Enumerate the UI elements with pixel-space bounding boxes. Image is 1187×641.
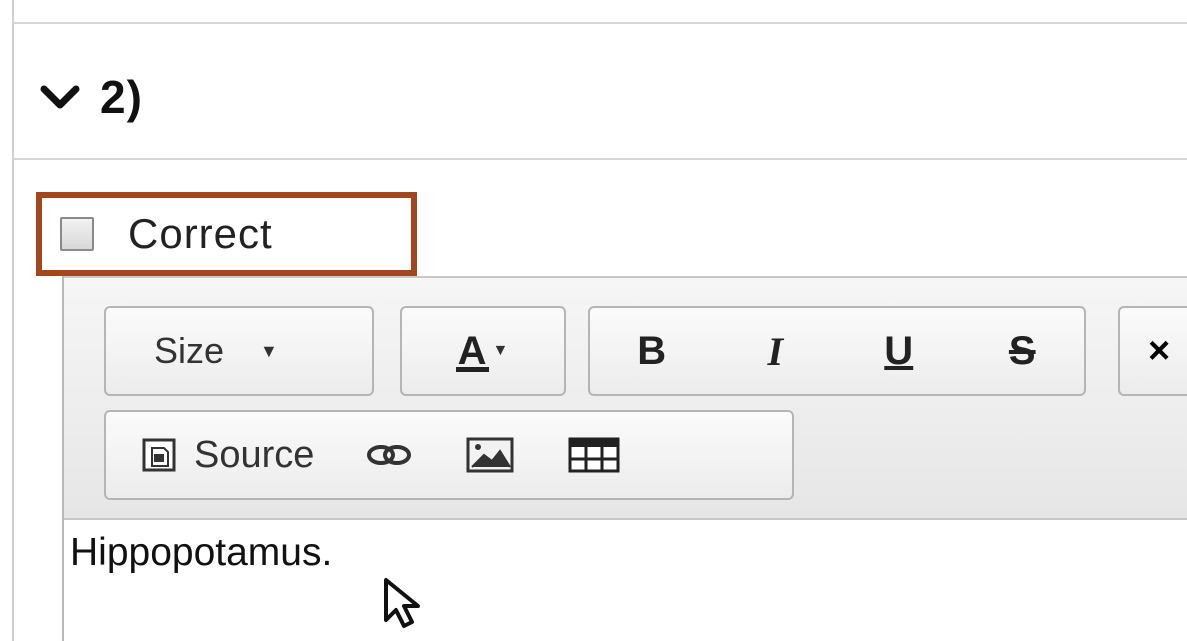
source-label: Source <box>194 433 315 476</box>
editor-toolbar: Size ▼ A ▼ B I U S × Source <box>64 276 1187 520</box>
clear-format-button[interactable]: × <box>1148 330 1170 373</box>
source-code-icon <box>140 436 178 474</box>
correct-label: Correct <box>128 210 273 257</box>
size-dropdown[interactable]: Size ▼ <box>104 306 374 396</box>
question-header[interactable]: 2) <box>38 62 143 132</box>
caret-down-icon: ▼ <box>260 340 278 361</box>
table-icon[interactable] <box>568 437 620 473</box>
rich-text-editor: Size ▼ A ▼ B I U S × Source Hippopotamus… <box>62 276 1187 641</box>
left-divider <box>12 0 14 641</box>
caret-down-icon: ▼ <box>492 342 509 359</box>
size-label: Size <box>154 330 225 371</box>
header-divider <box>12 158 1187 160</box>
insert-group: Source <box>104 410 794 500</box>
font-color-underline <box>455 366 489 372</box>
font-color-icon: A <box>455 329 489 374</box>
italic-button[interactable]: I <box>714 308 838 394</box>
chevron-down-icon[interactable] <box>38 75 82 119</box>
source-button[interactable]: Source <box>140 434 314 477</box>
bold-button[interactable]: B <box>590 308 714 394</box>
font-color-button[interactable]: A ▼ <box>400 306 566 396</box>
text-style-group: B I U S <box>588 306 1086 396</box>
quiz-answer-editor-page: 2) Correct Size ▼ A ▼ B I U S × Source H… <box>0 0 1187 641</box>
editor-content[interactable]: Hippopotamus. <box>64 531 332 575</box>
font-color-control[interactable]: A ▼ <box>402 308 564 394</box>
mouse-cursor-icon <box>378 576 430 639</box>
question-number: 2) <box>100 71 143 123</box>
top-strip <box>0 0 1187 22</box>
underline-button[interactable]: U <box>837 308 961 394</box>
strikethrough-button[interactable]: S <box>961 308 1085 394</box>
correct-checkbox[interactable] <box>60 217 94 251</box>
link-icon[interactable] <box>366 443 412 467</box>
image-icon[interactable] <box>466 437 514 473</box>
correct-checkbox-row[interactable]: Correct <box>36 192 417 276</box>
clear-format-group: × <box>1118 306 1187 396</box>
top-divider <box>12 22 1187 24</box>
